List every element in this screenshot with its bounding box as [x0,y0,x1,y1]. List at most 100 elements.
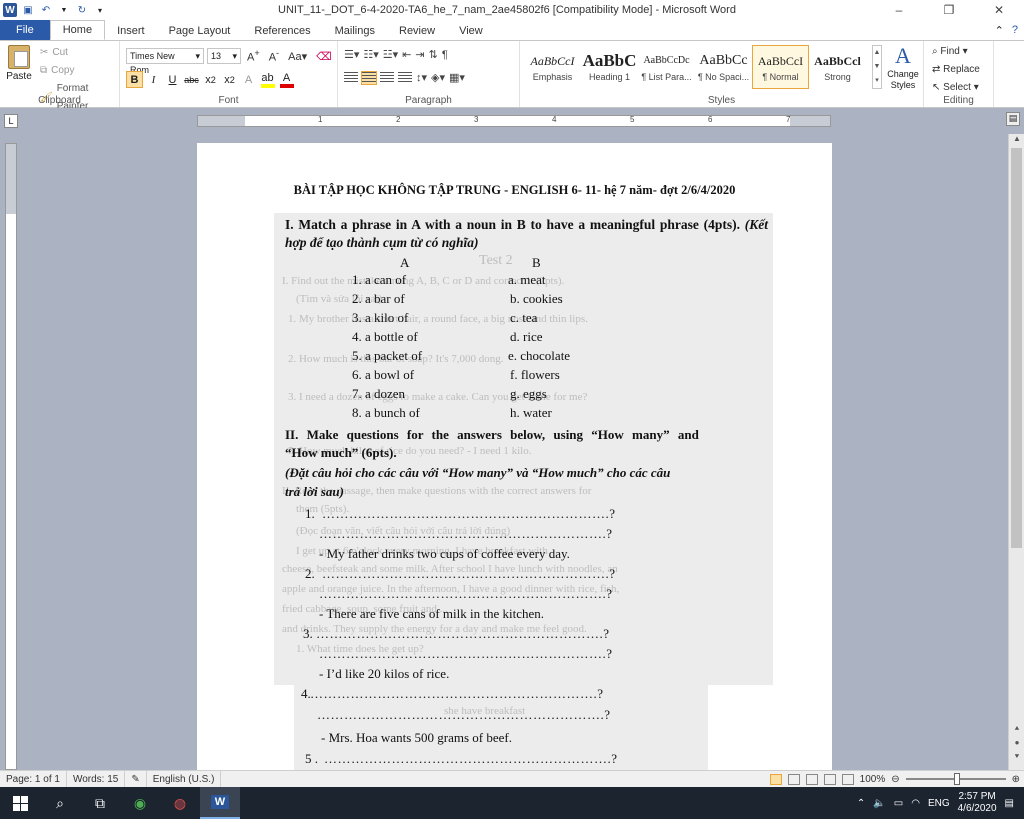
replace-button[interactable]: ⇄ Replace [932,61,980,79]
task-view-icon[interactable]: ⧉ [80,787,120,819]
tab-mailings[interactable]: Mailings [323,22,387,40]
text-effects-icon[interactable]: A [240,71,257,88]
answer-line[interactable]: ……………………………………………………….? [310,686,604,702]
draft-icon[interactable] [841,773,854,785]
highlight-icon[interactable]: ab [259,71,276,88]
answer-line[interactable]: ……………………………………………………….? [319,586,613,602]
superscript-button[interactable]: x2 [221,71,238,88]
change-styles-button[interactable]: A Change Styles [884,43,922,91]
tab-file[interactable]: File [0,20,50,40]
justify-icon[interactable] [398,71,412,84]
print-layout-icon[interactable] [769,773,782,785]
restore-button[interactable]: ❐ [934,3,964,17]
scroll-up-icon[interactable]: ▲ [1009,134,1024,143]
change-case-icon[interactable]: Aa▾ [285,50,310,63]
tab-page-layout[interactable]: Page Layout [157,22,243,40]
save-icon[interactable]: ▣ [21,3,35,17]
find-button[interactable]: ⌕ Find ▾ [932,43,980,61]
decrease-indent-icon[interactable]: ⇤ [402,48,411,61]
line-spacing-icon[interactable]: ↕▾ [416,71,427,84]
zoom-slider[interactable] [905,773,1006,785]
full-screen-reading-icon[interactable] [787,773,800,785]
bold-button[interactable]: B [126,71,143,88]
clear-formatting-icon[interactable]: ⌫ [313,50,335,63]
vertical-ruler[interactable] [5,143,17,770]
answer-line[interactable]: ……………………………………………………….? [319,526,613,542]
close-button[interactable]: ✕ [984,3,1014,17]
cut-button[interactable]: ✂ Cut [40,44,119,62]
browse-object-icon[interactable]: ● [1009,738,1024,747]
answer-line[interactable]: ……………………………………………………….? [317,707,611,723]
copy-button[interactable]: ⧉ Copy [40,62,119,80]
styles-scroller[interactable]: ▲ ▼ ▾ [872,45,882,89]
tab-selector[interactable]: L [4,114,18,128]
tab-view[interactable]: View [447,22,495,40]
minimize-ribbon-icon[interactable]: ⌃ [995,24,1004,37]
tab-references[interactable]: References [242,22,322,40]
style-normal[interactable]: AaBbCcI ¶ Normal [752,45,809,89]
font-color-icon[interactable]: A [278,71,295,88]
start-button[interactable] [0,787,40,819]
recorder-icon[interactable]: ◍ [160,787,200,819]
pilcrow-icon[interactable]: ¶ [442,49,448,61]
answer-line[interactable]: ……………………………………………………….? [324,751,618,767]
style-strong[interactable]: AaBbCcl Strong [809,45,866,89]
network-icon[interactable]: ▭ [894,798,903,809]
numbering-icon[interactable]: ☷▾ [363,48,378,61]
language-icon[interactable]: ENG [928,798,950,809]
shading-icon[interactable]: ◈▾ [431,71,445,84]
zoom-level[interactable]: 100% [860,774,886,785]
language-indicator[interactable]: English (U.S.) [147,770,222,788]
align-left-icon[interactable] [344,71,358,84]
align-right-icon[interactable] [380,71,394,84]
proofing-icon[interactable]: ✎ [125,770,147,788]
increase-indent-icon[interactable]: ⇥ [415,48,424,61]
help-icon[interactable]: ? [1012,24,1018,36]
horizontal-ruler[interactable]: 1 2 3 4 5 6 7 [197,115,831,127]
chrome-icon[interactable]: ◉ [120,787,160,819]
clock[interactable]: 2:57 PM 4/6/2020 [958,791,997,815]
style-heading-1[interactable]: AaBbC Heading 1 [581,45,638,89]
answer-line[interactable]: ……………………………………………………….? [316,626,610,642]
italic-button[interactable]: I [145,71,162,88]
zoom-in-icon[interactable]: ⊕ [1012,774,1020,785]
tab-home[interactable]: Home [49,20,106,40]
zoom-out-icon[interactable]: ⊖ [891,774,899,785]
page-count[interactable]: Page: 1 of 1 [0,770,67,788]
chevron-up-icon[interactable]: ⌃ [857,798,865,809]
search-icon[interactable]: ⌕ [40,787,80,819]
outline-icon[interactable] [823,773,836,785]
style-emphasis[interactable]: AaBbCcI Emphasis [524,45,581,89]
font-size-combo[interactable]: 13 ▾ [207,48,241,64]
paste-button[interactable]: Paste [6,45,32,82]
answer-line[interactable]: ……………………………………………………….? [319,646,613,662]
volume-icon[interactable]: 🔈 [873,798,885,809]
borders-icon[interactable]: ▦▾ [449,71,465,84]
web-layout-icon[interactable] [805,773,818,785]
answer-line[interactable]: ……………………………………………………….? [322,566,616,582]
align-center-icon[interactable] [361,70,377,85]
next-page-icon[interactable]: ⯆ [1009,752,1024,762]
previous-page-icon[interactable]: ⯅ [1009,724,1024,734]
strikethrough-button[interactable]: abc [183,71,200,88]
word-app-icon[interactable]: W [3,3,17,17]
answer-line[interactable]: ……………………………………………………….? [322,506,616,522]
minimize-button[interactable]: – [884,3,914,17]
tab-insert[interactable]: Insert [105,22,157,40]
chevron-down-icon[interactable]: ▼ [57,3,71,17]
style-list-paragraph[interactable]: AaBbCcDc ¶ List Para... [638,45,695,89]
word-count[interactable]: Words: 15 [67,770,126,788]
notification-icon[interactable]: ▤ [1005,798,1014,809]
customize-qat-icon[interactable]: ▾ [93,3,107,17]
style-no-spacing[interactable]: AaBbCc ¶ No Spaci... [695,45,752,89]
font-name-combo[interactable]: Times New Rom ▾ [126,48,204,75]
sort-icon[interactable]: ⇅ [429,48,438,61]
tab-review[interactable]: Review [387,22,447,40]
undo-icon[interactable]: ↶ [39,3,53,17]
wifi-icon[interactable]: ◠ [911,798,920,809]
grow-font-icon[interactable]: A+ [244,48,263,64]
multilevel-list-icon[interactable]: ☳▾ [383,48,398,61]
scroll-thumb[interactable] [1011,148,1022,548]
bullets-icon[interactable]: ☰▾ [344,48,359,61]
redo-icon[interactable]: ↻ [75,3,89,17]
